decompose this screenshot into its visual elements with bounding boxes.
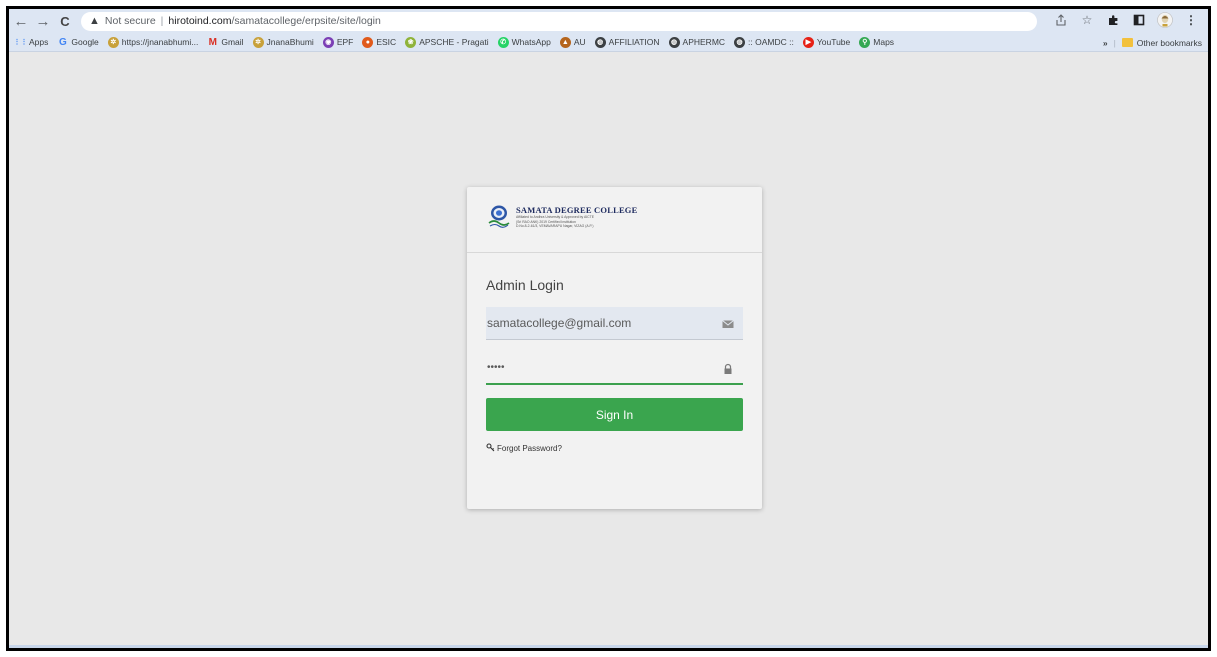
- apsche-logo-icon: ❀: [405, 36, 417, 48]
- google-g-icon: G: [58, 36, 67, 48]
- key-icon: [486, 443, 495, 454]
- bookmark-label: :: OAMDC ::: [748, 37, 794, 47]
- screen-frame: ← → C ▲ Not secure | hirotoind.com/samat…: [6, 6, 1211, 651]
- bookmark-label: Apps: [29, 37, 49, 47]
- reload-button[interactable]: C: [55, 11, 75, 31]
- logo-line: D.No.8-2-61/3, VEMAVARAPU Nagar, VIZAG (…: [516, 224, 594, 229]
- college-address-lines: Affiliated to Andhra University & Approv…: [516, 215, 638, 229]
- lock-icon: [722, 362, 734, 374]
- star-icon[interactable]: ☆: [1078, 11, 1096, 29]
- warning-icon[interactable]: ▲: [89, 15, 100, 27]
- college-logo: SAMATA DEGREE COLLEGE Affiliated to Andh…: [486, 204, 638, 230]
- bookmark-item[interactable]: ⚲ Maps: [859, 36, 895, 48]
- bookmark-item[interactable]: ● ESIC: [362, 36, 397, 48]
- email-input[interactable]: [486, 307, 743, 340]
- bookmark-item[interactable]: ✆ WhatsApp: [497, 36, 551, 48]
- bookmark-label: YouTube: [816, 37, 851, 47]
- url-path: /samatacollege/erpsite/site/login: [231, 15, 381, 27]
- esic-circle-icon: ●: [362, 36, 374, 48]
- maps-pin-icon: ⚲: [859, 36, 871, 48]
- address-separator: |: [160, 15, 164, 27]
- emblem-icon: ✲: [252, 36, 264, 48]
- emblem-icon: ✲: [107, 36, 119, 48]
- youtube-icon: ▶: [802, 36, 814, 48]
- url-host: hirotoind.com: [168, 15, 232, 27]
- bookmarks-divider: |: [1113, 37, 1116, 48]
- bookmark-label: WhatsApp: [511, 37, 551, 47]
- bookmarks-list: ⋮⋮ Apps G Google ✲ https://jnanabhumi... M Gmai…: [13, 36, 903, 48]
- share-icon[interactable]: [1052, 11, 1070, 29]
- window-bottom-edge: [9, 645, 1208, 648]
- bookmark-label: Maps: [873, 37, 895, 47]
- bookmarks-more-button[interactable]: »: [1103, 38, 1108, 48]
- folder-icon: [1121, 38, 1133, 47]
- whatsapp-icon: ✆: [497, 36, 509, 48]
- back-button[interactable]: ←: [11, 11, 31, 31]
- bookmarks-overflow: » | Other bookmarks: [1103, 33, 1202, 52]
- college-seal-icon: [486, 204, 512, 230]
- address-bar[interactable]: ▲ Not secure | hirotoind.com/samatacolle…: [81, 11, 1037, 31]
- bookmarks-bar: ⋮⋮ Apps G Google ✲ https://jnanabhumi... M Gmai…: [9, 33, 1208, 52]
- forgot-password-link[interactable]: Forgot Password?: [486, 443, 743, 454]
- sign-in-button[interactable]: Sign In: [486, 398, 743, 431]
- sidepanel-icon[interactable]: [1130, 11, 1148, 29]
- gmail-m-icon: M: [208, 36, 218, 48]
- globe-icon: ◍: [668, 36, 680, 48]
- bookmark-item[interactable]: ⋮⋮ Apps: [13, 37, 49, 48]
- bookmark-item[interactable]: ▶ YouTube: [802, 36, 851, 48]
- au-logo-icon: ▲: [559, 36, 571, 48]
- bookmark-item[interactable]: M Gmail: [207, 36, 244, 48]
- bookmark-item[interactable]: ✲ JnanaBhumi: [252, 36, 314, 48]
- globe-icon: ◍: [594, 36, 606, 48]
- bookmark-item[interactable]: ▲ AU: [559, 36, 586, 48]
- bookmark-label: https://jnanabhumi...: [121, 37, 199, 47]
- globe-icon: ◍: [734, 36, 746, 48]
- bookmark-item[interactable]: ◍:: OAMDC ::: [734, 36, 794, 48]
- bookmark-label: Gmail: [221, 37, 244, 47]
- logo-text-block: SAMATA DEGREE COLLEGE Affiliated to Andh…: [516, 205, 638, 229]
- apps-grid-icon: ⋮⋮: [13, 39, 28, 46]
- bookmark-label: EPF: [336, 37, 354, 47]
- bookmark-label: AU: [573, 37, 586, 47]
- bookmark-label: JnanaBhumi: [266, 37, 314, 47]
- login-title: Admin Login: [486, 277, 564, 293]
- bookmark-label: Google: [71, 37, 99, 47]
- other-bookmarks-link[interactable]: Other bookmarks: [1137, 38, 1202, 48]
- card-header: SAMATA DEGREE COLLEGE Affiliated to Andh…: [467, 187, 762, 253]
- password-input[interactable]: [486, 352, 743, 385]
- bookmark-label: APSCHE - Pragati: [419, 37, 489, 47]
- bookmark-item[interactable]: G Google: [57, 36, 99, 48]
- bookmark-item[interactable]: ◍ AFFILIATION: [594, 36, 660, 48]
- browser-toolbar: ← → C ▲ Not secure | hirotoind.com/samat…: [9, 9, 1208, 33]
- bookmark-item[interactable]: ◍ APHERMC: [668, 36, 726, 48]
- password-field-wrapper: [486, 352, 743, 385]
- security-label: Not secure: [104, 15, 156, 27]
- menu-icon[interactable]: ⋮: [1182, 11, 1200, 29]
- bookmark-item[interactable]: ✲ https://jnanabhumi...: [107, 36, 199, 48]
- forgot-password-label: Forgot Password?: [497, 444, 562, 453]
- bookmark-label: APHERMC: [682, 37, 726, 47]
- login-card: SAMATA DEGREE COLLEGE Affiliated to Andh…: [467, 187, 762, 509]
- bookmark-label: AFFILIATION: [608, 37, 660, 47]
- bookmark-item[interactable]: ❀ APSCHE - Pragati: [405, 36, 489, 48]
- login-form: Admin Login Sign In: [467, 253, 762, 454]
- extensions-icon[interactable]: [1104, 11, 1122, 29]
- college-name: SAMATA DEGREE COLLEGE: [516, 205, 638, 216]
- email-field-wrapper: [486, 307, 743, 340]
- browser-window: ← → C ▲ Not secure | hirotoind.com/samat…: [9, 9, 1208, 648]
- envelope-icon: [722, 317, 734, 329]
- epf-circle-icon: ◉: [322, 36, 334, 48]
- forward-button[interactable]: →: [33, 11, 53, 31]
- toolbar-actions: ☆ ⋮: [1052, 11, 1200, 29]
- profile-icon[interactable]: [1156, 11, 1174, 29]
- bookmark-label: ESIC: [376, 37, 397, 47]
- bookmark-item[interactable]: ◉ EPF: [322, 36, 354, 48]
